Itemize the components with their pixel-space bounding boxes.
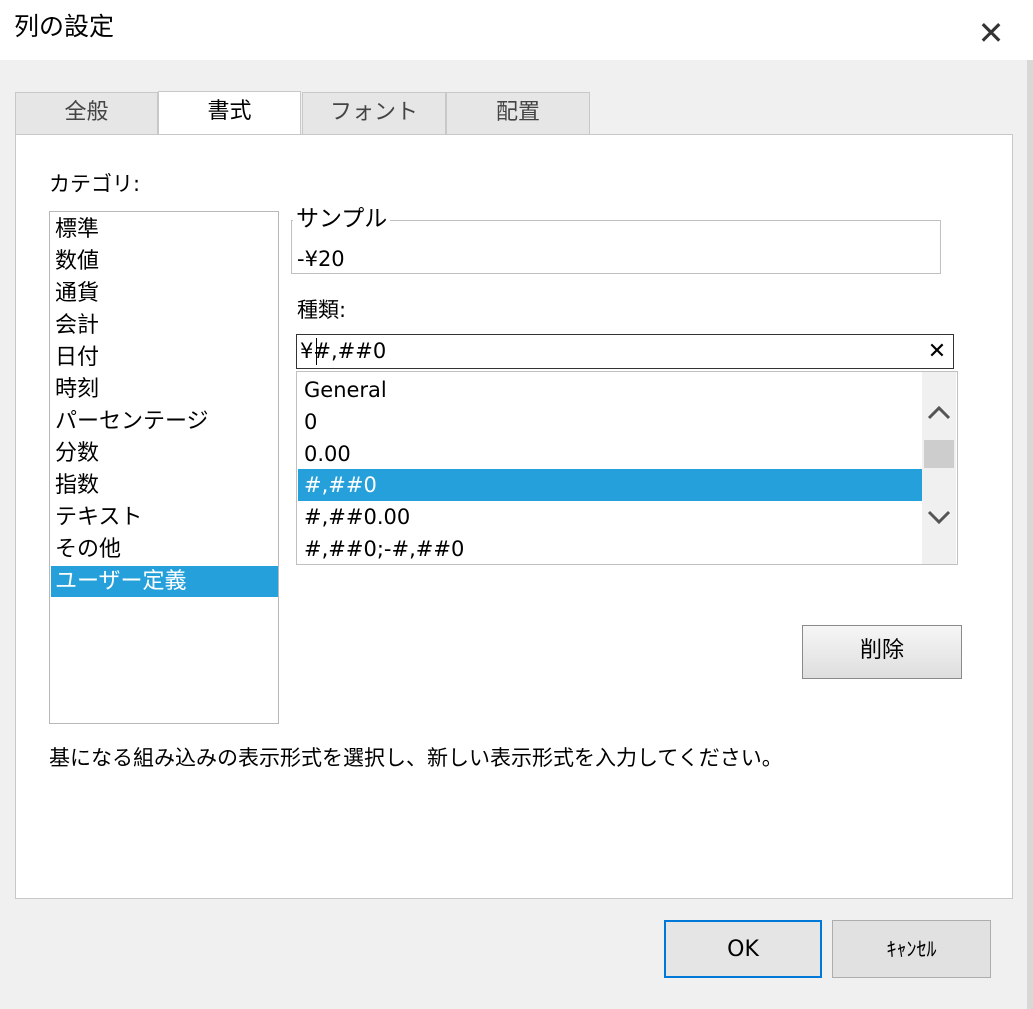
tab-alignment[interactable]: 配置 xyxy=(446,92,590,134)
category-item[interactable]: 通貨 xyxy=(51,278,278,309)
category-item[interactable]: パーセンテージ xyxy=(51,406,278,437)
type-item[interactable]: 0.00 xyxy=(298,438,922,470)
category-item[interactable]: 分数 xyxy=(51,438,278,469)
sample-value: -¥20 xyxy=(297,247,345,271)
type-label: 種類: xyxy=(297,298,347,322)
category-item[interactable]: その他 xyxy=(51,534,278,565)
category-list[interactable]: 標準 数値 通貨 会計 日付 時刻 パーセンテージ 分数 指数 テキスト その他… xyxy=(49,211,279,724)
description-text: 基になる組み込みの表示形式を選択し、新しい表示形式を入力してください。 xyxy=(49,746,783,770)
category-item[interactable]: 日付 xyxy=(51,342,278,373)
type-item[interactable]: #,##0.00 xyxy=(298,501,922,533)
category-item[interactable]: 標準 xyxy=(51,214,278,245)
category-item[interactable]: 会計 xyxy=(51,310,278,341)
type-input[interactable]: ¥#,##0 xyxy=(296,334,954,369)
chevron-up-icon[interactable] xyxy=(922,398,956,432)
chevron-down-icon[interactable] xyxy=(922,502,956,536)
category-item[interactable]: テキスト xyxy=(51,502,278,533)
tab-format[interactable]: 書式 xyxy=(158,91,301,136)
close-icon[interactable]: ✕ xyxy=(972,14,1010,52)
category-item[interactable]: 時刻 xyxy=(51,374,278,405)
clear-icon[interactable]: ✕ xyxy=(924,336,950,367)
window-edge xyxy=(1027,60,1033,1009)
delete-button[interactable]: 削除 xyxy=(802,625,962,679)
type-item-selected[interactable]: #,##0 xyxy=(298,469,922,501)
scroll-thumb[interactable] xyxy=(924,440,954,468)
title-bar: 列の設定 ✕ xyxy=(0,0,1033,60)
type-item[interactable]: General xyxy=(298,374,922,406)
cancel-button[interactable]: ｷｬﾝｾﾙ xyxy=(832,920,991,978)
type-list[interactable]: General 0 0.00 #,##0 #,##0.00 #,##0;-#,#… xyxy=(296,371,958,565)
category-item[interactable]: 数値 xyxy=(51,246,278,277)
category-item[interactable]: 指数 xyxy=(51,470,278,501)
ok-button[interactable]: OK xyxy=(664,920,822,978)
tab-font[interactable]: フォント xyxy=(302,92,446,134)
type-list-scrollbar[interactable] xyxy=(922,372,956,564)
category-item-selected[interactable]: ユーザー定義 xyxy=(51,566,278,597)
window-title: 列の設定 xyxy=(14,12,115,41)
type-item[interactable]: 0 xyxy=(298,406,922,438)
tab-general[interactable]: 全般 xyxy=(15,92,158,134)
sample-legend: サンプル xyxy=(293,203,391,235)
type-item[interactable]: #,##0;-#,##0 xyxy=(298,533,922,564)
category-label: カテゴリ: xyxy=(49,172,141,196)
text-caret xyxy=(316,338,317,365)
